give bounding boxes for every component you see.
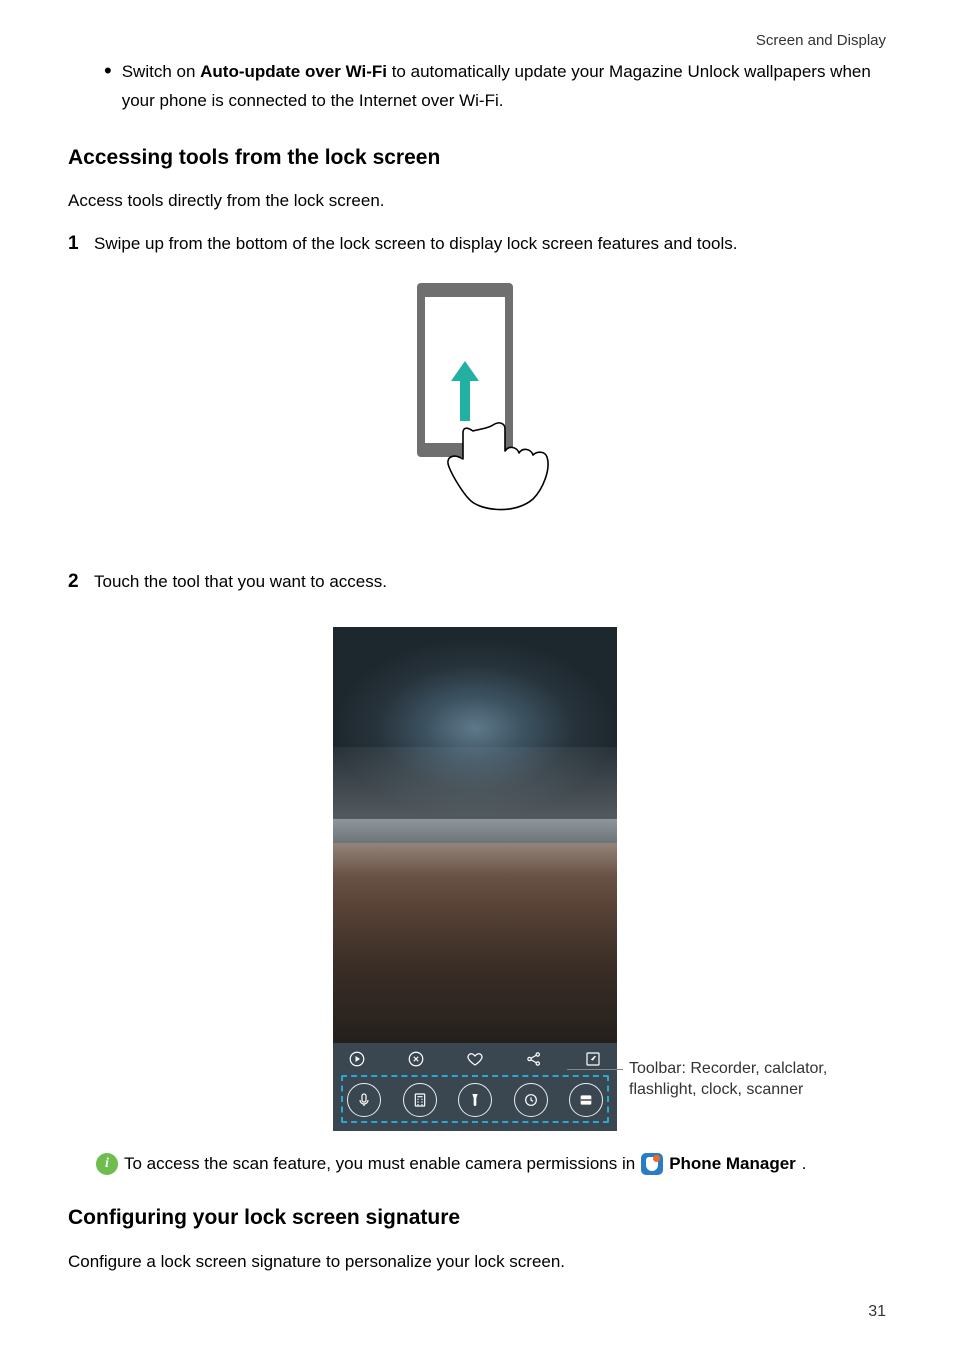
note-suffix: . bbox=[802, 1151, 807, 1177]
toolbar-callout: Toolbar: Recorder, calclator, flashlight… bbox=[629, 1059, 859, 1101]
recorder-icon[interactable] bbox=[347, 1083, 381, 1117]
bullet-text: Switch on Auto-update over Wi-Fi to auto… bbox=[122, 58, 886, 116]
callout-line2: flashlight, clock, scanner bbox=[629, 1081, 803, 1098]
share-icon[interactable] bbox=[524, 1049, 544, 1069]
phone-screenshot bbox=[333, 627, 617, 1131]
more-frame-icon[interactable] bbox=[583, 1049, 603, 1069]
heading-lock-signature: Configuring your lock screen signature bbox=[68, 1202, 886, 1234]
favorite-icon[interactable] bbox=[465, 1049, 485, 1069]
intro-lock-signature: Configure a lock screen signature to per… bbox=[68, 1248, 886, 1275]
callout-line1: Toolbar: Recorder, calclator, bbox=[629, 1060, 827, 1077]
step-2: 2 Touch the tool that you want to access… bbox=[68, 568, 886, 597]
bullet-bold: Auto-update over Wi-Fi bbox=[200, 62, 387, 81]
play-next-icon[interactable] bbox=[347, 1049, 367, 1069]
calculator-icon[interactable] bbox=[403, 1083, 437, 1117]
step-number: 1 bbox=[68, 230, 94, 259]
scanner-icon[interactable] bbox=[569, 1083, 603, 1117]
phone-swipe-icon bbox=[377, 283, 577, 513]
info-note: i To access the scan feature, you must e… bbox=[96, 1151, 886, 1177]
flashlight-icon[interactable] bbox=[458, 1083, 492, 1117]
lockscreen-toolbar bbox=[347, 1083, 603, 1117]
bullet-item: • Switch on Auto-update over Wi-Fi to au… bbox=[68, 58, 886, 116]
illustration-swipe-up bbox=[68, 283, 886, 521]
step-text: Touch the tool that you want to access. bbox=[94, 568, 886, 595]
page-number: 31 bbox=[868, 1300, 886, 1324]
magazine-controls-row bbox=[347, 1049, 603, 1069]
step-1: 1 Swipe up from the bottom of the lock s… bbox=[68, 230, 886, 259]
step-number: 2 bbox=[68, 568, 94, 597]
phone-manager-app-icon bbox=[641, 1153, 663, 1175]
note-app-name: Phone Manager bbox=[669, 1151, 796, 1177]
intro-accessing-tools: Access tools directly from the lock scre… bbox=[68, 187, 886, 214]
page-header-section: Screen and Display bbox=[756, 30, 886, 53]
delete-icon[interactable] bbox=[406, 1049, 426, 1069]
bullet-dot-icon: • bbox=[104, 60, 112, 118]
clock-icon[interactable] bbox=[514, 1083, 548, 1117]
step-text: Swipe up from the bottom of the lock scr… bbox=[94, 230, 886, 257]
bullet-prefix: Switch on bbox=[122, 62, 200, 81]
screenshot-lockscreen-tools: Toolbar: Recorder, calclator, flashlight… bbox=[68, 627, 886, 1131]
note-prefix: To access the scan feature, you must ena… bbox=[124, 1151, 635, 1177]
info-icon: i bbox=[96, 1153, 118, 1175]
heading-accessing-tools: Accessing tools from the lock screen bbox=[68, 142, 886, 174]
wallpaper-canyon bbox=[333, 843, 617, 1043]
